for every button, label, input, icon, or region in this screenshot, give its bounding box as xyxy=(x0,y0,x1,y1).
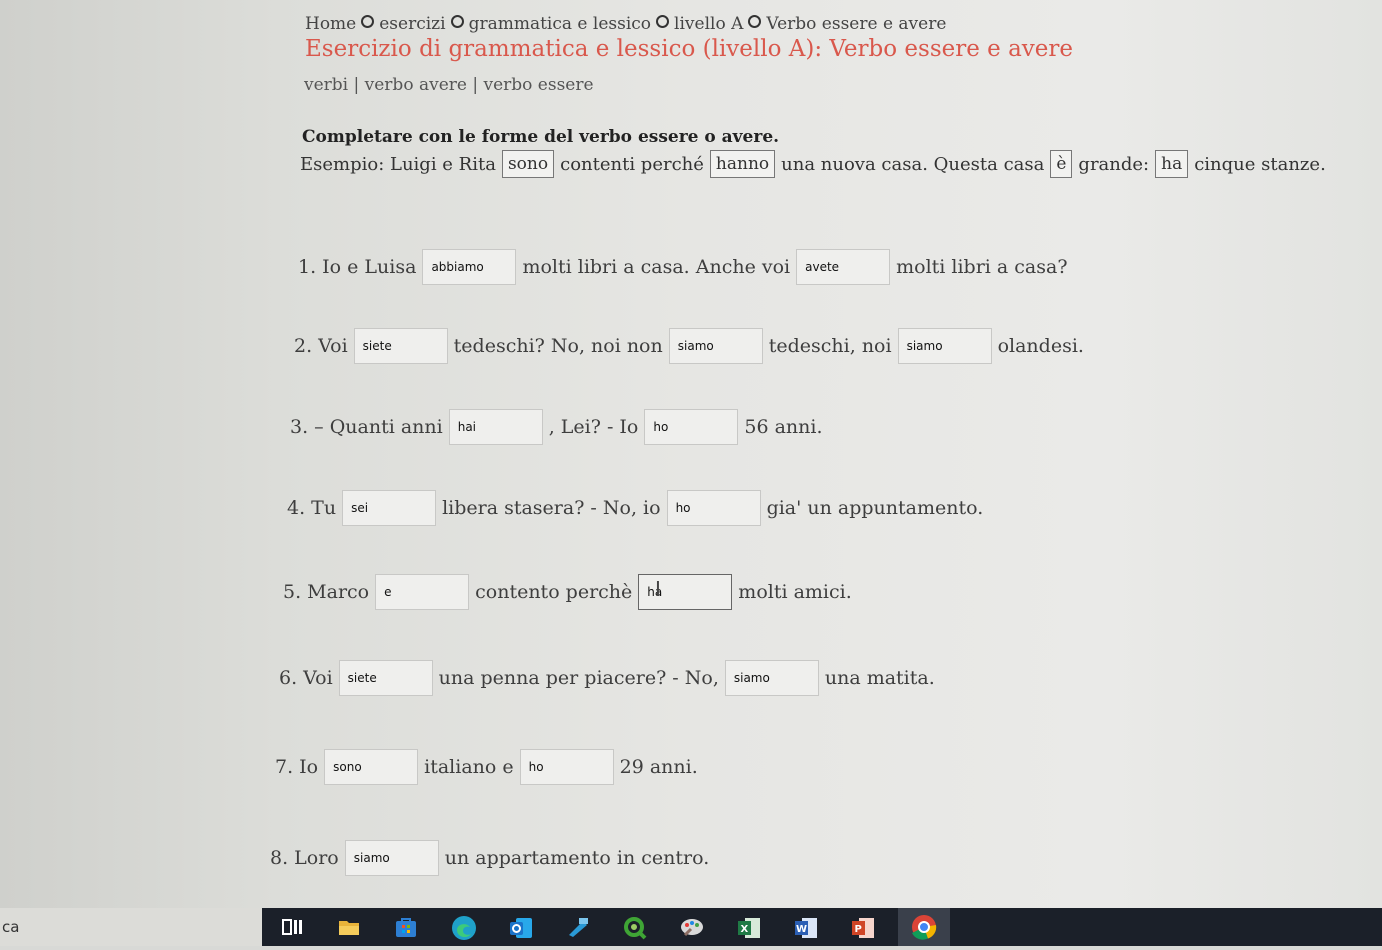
answer-input[interactable] xyxy=(338,660,433,696)
exercise-text: 6. Voi xyxy=(279,667,333,689)
answer-input[interactable] xyxy=(519,749,614,785)
text-cursor-icon: I xyxy=(655,577,661,601)
exercise-text: , Lei? - Io xyxy=(548,416,639,438)
answer-input[interactable] xyxy=(375,574,470,610)
exercise-text: contento perchè xyxy=(475,581,633,603)
example-sentence: Esempio: Luigi e Rita sono contenti perc… xyxy=(300,150,1326,178)
example-text: cinque stanze. xyxy=(1194,153,1326,175)
exercise-2: 2. Voi tedeschi? No, noi non tedeschi, n… xyxy=(294,328,1090,364)
exercise-text: un appartamento in centro. xyxy=(444,847,710,869)
exercise-8: 8. Loro un appartamento in centro. xyxy=(270,840,715,876)
exercise-text: 56 anni. xyxy=(744,416,823,438)
breadcrumb-separator-icon xyxy=(656,15,670,28)
answer-input[interactable] xyxy=(353,328,448,364)
outlook-icon[interactable] xyxy=(508,915,532,939)
exercise-text: 7. Io xyxy=(275,756,319,778)
answer-input[interactable] xyxy=(344,840,439,876)
answer-input[interactable] xyxy=(668,328,763,364)
excel-icon[interactable]: X xyxy=(736,915,760,939)
breadcrumb-grammatica[interactable]: grammatica e lessico xyxy=(469,14,651,34)
exercise-5: 5. Marco contento perchè molti amici. xyxy=(283,574,858,610)
exercise-text: 3. – Quanti anni xyxy=(290,416,443,438)
example-answer: sono xyxy=(501,150,555,178)
breadcrumb-current: Verbo essere e avere xyxy=(766,14,947,34)
exercise-text: 5. Marco xyxy=(283,581,370,603)
exercise-text: olandesi. xyxy=(997,335,1084,357)
breadcrumb-separator-icon xyxy=(748,15,762,28)
answer-input[interactable] xyxy=(422,249,517,285)
tag-links[interactable]: verbi | verbo avere | verbo essere xyxy=(304,75,594,95)
svg-text:P: P xyxy=(855,924,862,935)
taskbar-search[interactable]: ca xyxy=(0,908,262,946)
answer-input[interactable] xyxy=(796,249,891,285)
exercise-text: italiano e xyxy=(424,756,514,778)
breadcrumb: Home esercizi grammatica e lessico livello … xyxy=(305,14,946,34)
example-text: contenti perché xyxy=(560,153,704,175)
exercise-1: 1. Io e Luisa molti libri a casa. Anche … xyxy=(298,249,1074,285)
example-answer: è xyxy=(1050,150,1073,178)
answer-input[interactable] xyxy=(342,490,437,526)
example-answer: ha xyxy=(1155,150,1189,178)
breadcrumb-esercizi[interactable]: esercizi xyxy=(379,14,445,34)
exercise-text: 1. Io e Luisa xyxy=(298,256,417,278)
qlik-icon[interactable] xyxy=(622,915,647,940)
edge-icon[interactable] xyxy=(451,915,476,940)
answer-input[interactable] xyxy=(644,409,739,445)
answer-input[interactable] xyxy=(666,490,761,526)
exercise-text: gia' un appuntamento. xyxy=(766,497,984,519)
chrome-icon[interactable] xyxy=(898,908,950,946)
example-text: grande: xyxy=(1078,153,1150,175)
svg-text:W: W xyxy=(796,924,807,935)
exercise-text: molti amici. xyxy=(738,581,852,603)
exercise-page: Home esercizi grammatica e lessico livello … xyxy=(0,0,1382,908)
exercise-text: molti libri a casa? xyxy=(896,256,1068,278)
exercise-text: una matita. xyxy=(824,667,935,689)
example-text: Esempio: Luigi e Rita xyxy=(300,153,496,175)
answer-input[interactable] xyxy=(448,409,543,445)
exercise-text: tedeschi? No, noi non xyxy=(453,335,663,357)
exercise-text: tedeschi, noi xyxy=(768,335,892,357)
exercise-text: molti libri a casa. Anche voi xyxy=(522,256,791,278)
exercise-text: libera stasera? - No, io xyxy=(442,497,661,519)
paint-icon[interactable] xyxy=(679,915,703,939)
answer-input[interactable] xyxy=(324,749,419,785)
answer-input[interactable] xyxy=(724,660,819,696)
store-icon[interactable] xyxy=(394,915,418,939)
exercise-4: 4. Tu libera stasera? - No, io gia' un a… xyxy=(287,490,989,526)
breadcrumb-separator-icon xyxy=(450,15,464,28)
file-explorer-icon[interactable] xyxy=(337,915,361,939)
arrow-app-icon[interactable] xyxy=(565,915,589,939)
exercise-text: 2. Voi xyxy=(294,335,348,357)
exercise-text: 8. Loro xyxy=(270,847,339,869)
breadcrumb-home[interactable]: Home xyxy=(305,14,356,34)
exercise-3: 3. – Quanti anni , Lei? - Io 56 anni. xyxy=(290,409,829,445)
example-text: una nuova casa. Questa casa xyxy=(781,153,1045,175)
answer-input-focused[interactable] xyxy=(638,574,733,610)
exercise-7: 7. Io italiano e 29 anni. xyxy=(275,749,704,785)
exercise-text: una penna per piacere? - No, xyxy=(438,667,719,689)
breadcrumb-livello[interactable]: livello A xyxy=(674,14,743,34)
exercise-6: 6. Voi una penna per piacere? - No, una … xyxy=(279,660,941,696)
search-text: ca xyxy=(2,918,20,936)
answer-input[interactable] xyxy=(897,328,992,364)
powerpoint-icon[interactable]: P xyxy=(850,915,874,939)
exercise-text: 29 anni. xyxy=(619,756,698,778)
word-icon[interactable]: W xyxy=(793,915,817,939)
breadcrumb-separator-icon xyxy=(361,15,375,28)
example-answer: hanno xyxy=(709,150,776,178)
svg-text:X: X xyxy=(741,924,749,935)
task-view-icon[interactable] xyxy=(280,915,304,939)
instructions: Completare con le forme del verbo essere… xyxy=(302,127,780,147)
taskbar: ca X W P xyxy=(0,908,1382,946)
page-title: Esercizio di grammatica e lessico (livel… xyxy=(305,36,1073,62)
exercise-text: 4. Tu xyxy=(287,497,337,519)
